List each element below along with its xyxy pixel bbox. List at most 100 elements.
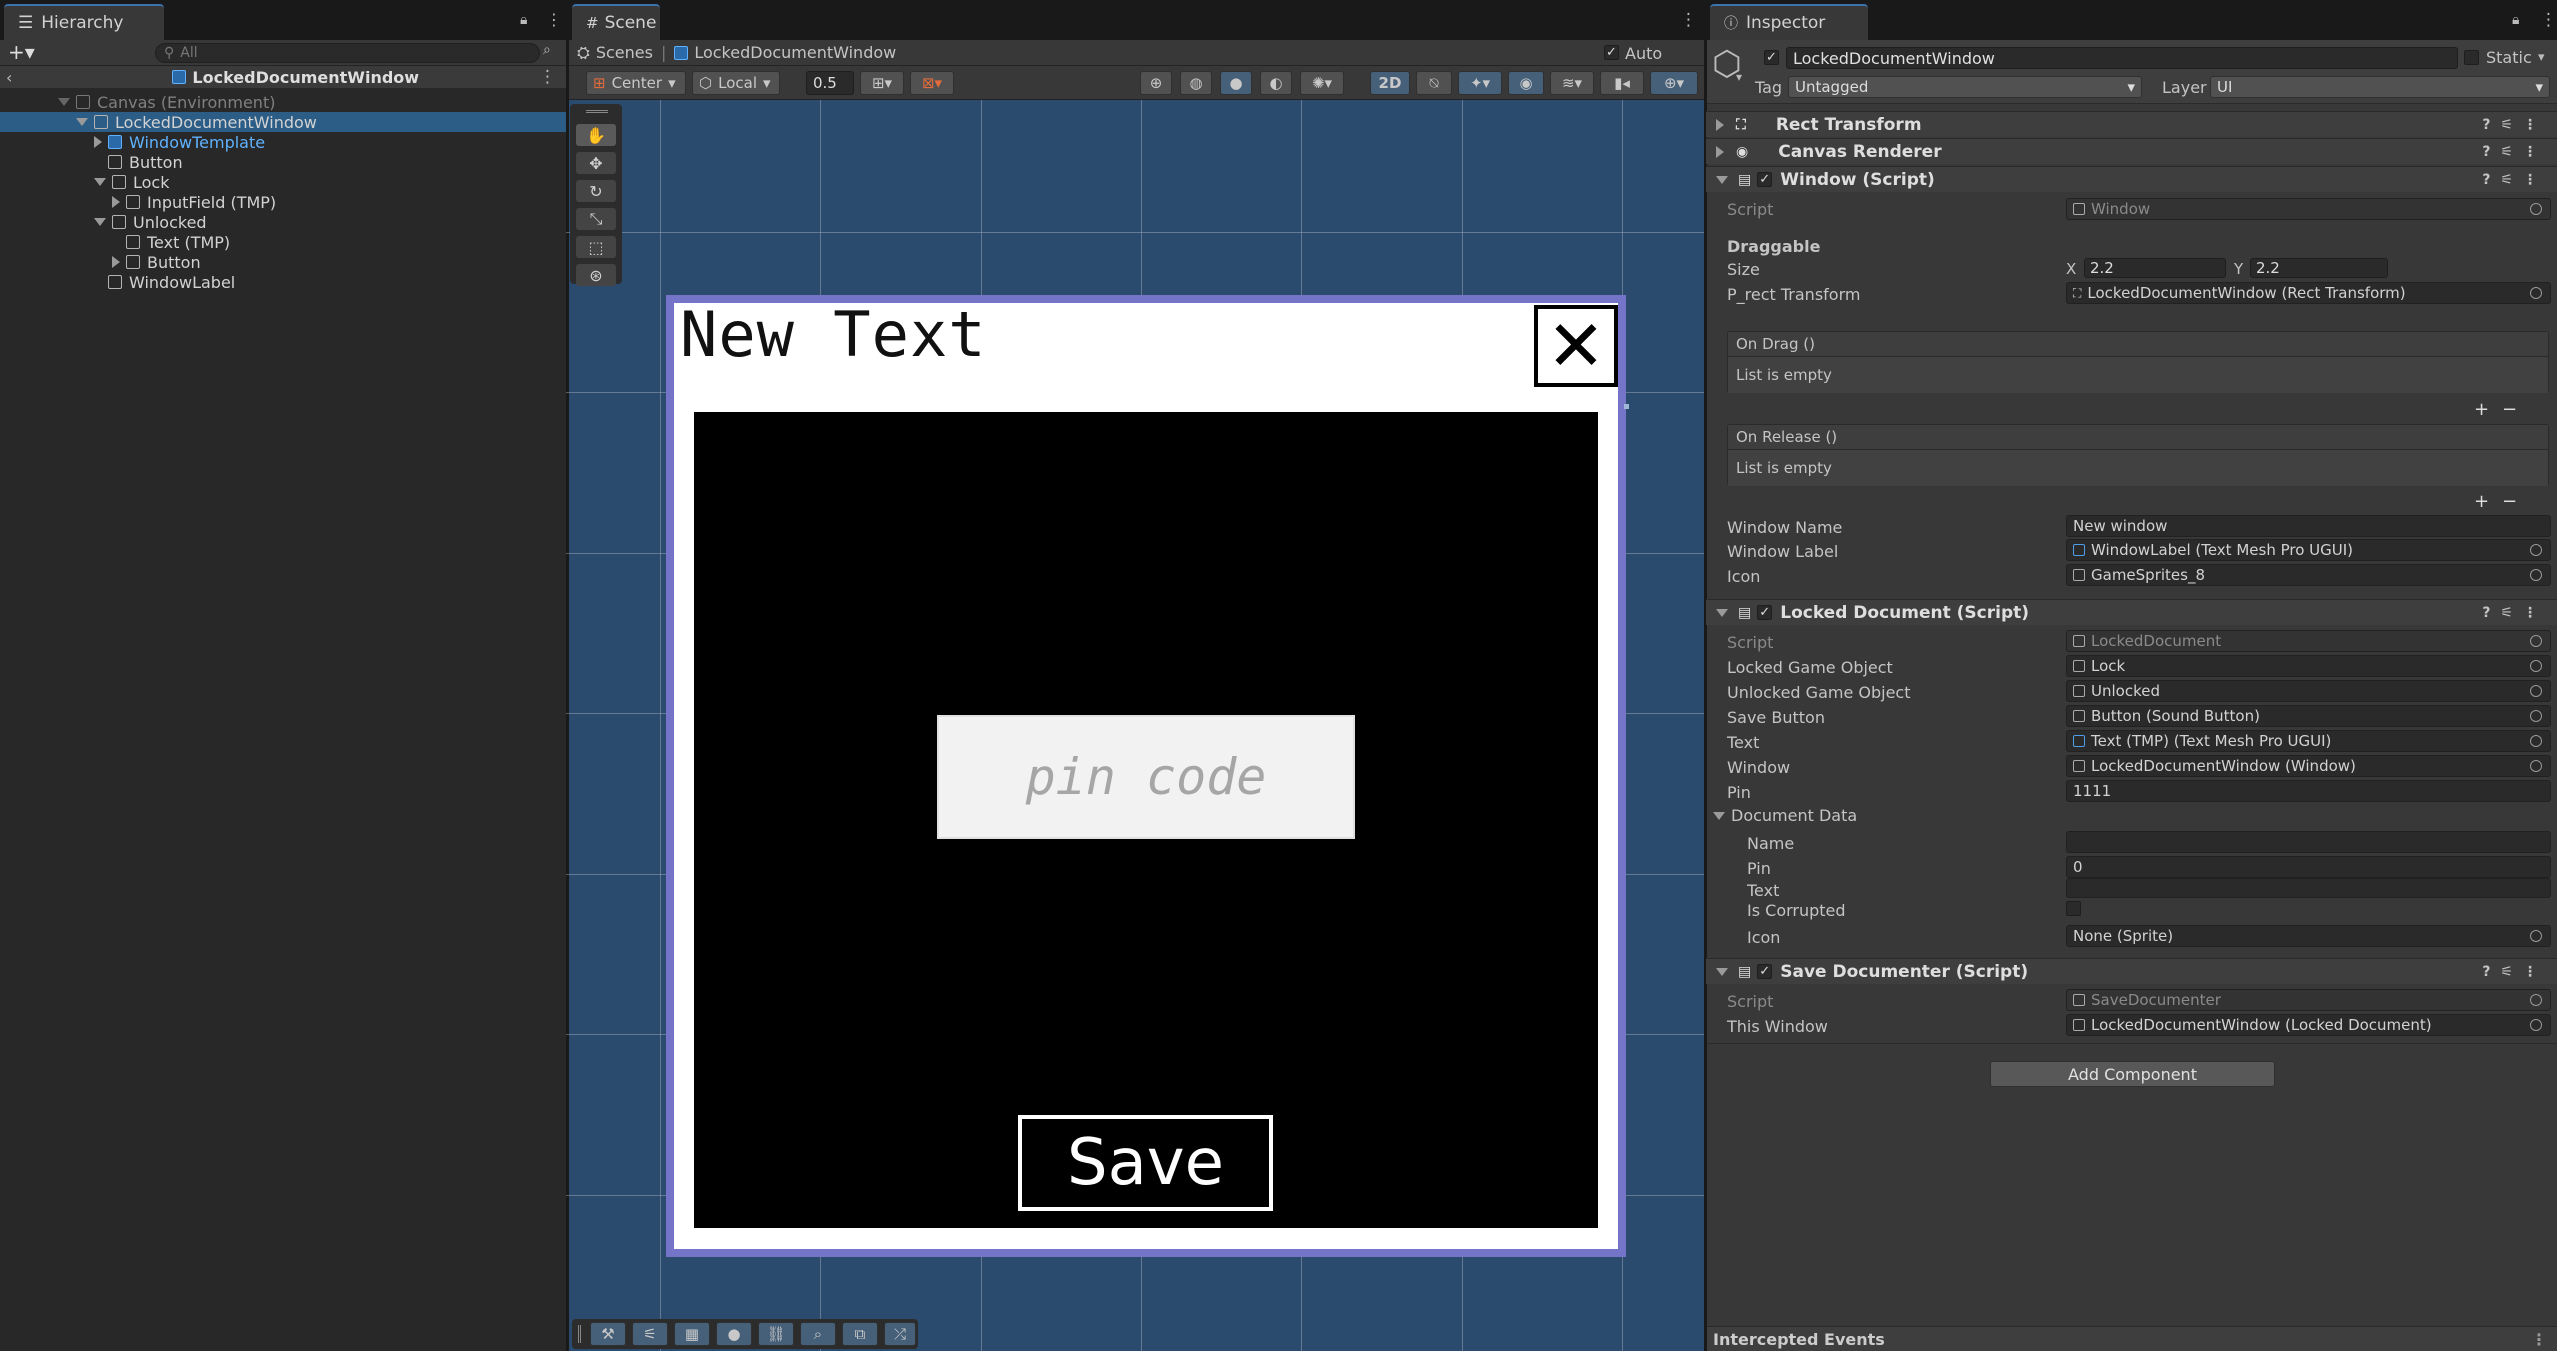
- object-picker-icon[interactable]: [2530, 760, 2542, 772]
- object-picker-icon[interactable]: [2530, 569, 2542, 581]
- pin-code-input[interactable]: pin code: [937, 715, 1355, 839]
- doc-name-field[interactable]: [2066, 831, 2551, 853]
- doc-pin-field[interactable]: 0: [2066, 856, 2551, 878]
- component-header-rect-transform[interactable]: ⛶ Rect Transform ?⚟⋮: [1706, 111, 2557, 137]
- shading-solid-button[interactable]: ●: [1220, 71, 1252, 95]
- scale-tool-icon[interactable]: ⤡: [576, 208, 616, 230]
- unlocked-gameobject-field[interactable]: Unlocked: [2066, 680, 2551, 702]
- chevron-down-icon[interactable]: ▾: [2538, 50, 2545, 65]
- object-picker-icon[interactable]: [2530, 544, 2542, 556]
- enabled-checkbox[interactable]: ✓: [1757, 605, 1773, 620]
- zoom-icon[interactable]: ⌕: [800, 1322, 836, 1346]
- kebab-menu-icon[interactable]: ⋮: [1680, 10, 1697, 30]
- gizmos-button[interactable]: ⊕▾: [1650, 71, 1698, 95]
- collapse-icon[interactable]: [1716, 608, 1728, 617]
- kebab-menu-icon[interactable]: ⋮: [546, 10, 562, 29]
- hierarchy-search-input[interactable]: ⚲ All: [155, 43, 540, 63]
- chevron-down-icon[interactable]: ▾: [1736, 70, 1742, 84]
- static-checkbox[interactable]: [2464, 50, 2479, 65]
- visibility-button[interactable]: ◉: [1508, 71, 1544, 95]
- object-picker-icon[interactable]: [2530, 685, 2542, 697]
- camera-button[interactable]: ▮◂: [1600, 71, 1644, 95]
- space-dropdown[interactable]: ⬡ Local ▾: [692, 71, 780, 95]
- icon-field[interactable]: GameSprites_8: [2066, 564, 2551, 586]
- remove-listener-button[interactable]: −: [2502, 399, 2517, 420]
- object-picker-icon[interactable]: [2530, 994, 2542, 1006]
- save-button-field[interactable]: Button (Sound Button): [2066, 705, 2551, 727]
- lock-icon[interactable]: 🔒︎: [520, 12, 527, 28]
- object-picker-icon[interactable]: [2530, 735, 2542, 747]
- save-button[interactable]: Save: [1018, 1115, 1273, 1211]
- tree-item-canvas[interactable]: Canvas (Environment): [0, 92, 621, 112]
- collapse-icon[interactable]: [1713, 811, 1725, 820]
- window-field[interactable]: LockedDocumentWindow (Window): [2066, 755, 2551, 777]
- expand-icon[interactable]: [76, 118, 88, 126]
- component-header-window-script[interactable]: ▤ ✓ Window (Script) ?⚟⋮: [1706, 166, 2557, 192]
- window-close-button[interactable]: ✕: [1534, 305, 1618, 387]
- locked-gameobject-field[interactable]: Lock: [2066, 655, 2551, 677]
- expand-icon[interactable]: [94, 178, 106, 186]
- window-name-field[interactable]: New window: [2066, 515, 2551, 537]
- camera-preview-icon[interactable]: ⧉: [842, 1322, 878, 1346]
- add-listener-button[interactable]: +: [2474, 491, 2489, 512]
- component-header-canvas-renderer[interactable]: ◉ Canvas Renderer ?⚟⋮: [1706, 138, 2557, 164]
- doc-icon-field[interactable]: None (Sprite): [2066, 925, 2551, 947]
- search-scene-icon[interactable]: ⌕: [543, 42, 551, 58]
- enabled-checkbox[interactable]: ✓: [1757, 964, 1773, 979]
- tool-settings-icon[interactable]: ⚟: [632, 1322, 668, 1346]
- object-picker-icon[interactable]: [2530, 203, 2542, 215]
- collapse-icon[interactable]: [1716, 175, 1728, 184]
- add-listener-button[interactable]: +: [2474, 399, 2489, 420]
- intercepted-events-bar[interactable]: Intercepted Events ⋮: [1707, 1326, 2557, 1351]
- expand-icon[interactable]: [94, 136, 102, 148]
- enabled-checkbox[interactable]: ✓: [1757, 172, 1773, 187]
- shuffle-icon[interactable]: ⤮: [884, 1322, 916, 1346]
- pin-field[interactable]: 1111: [2066, 780, 2551, 802]
- object-name-field[interactable]: LockedDocumentWindow: [1786, 47, 2458, 69]
- debug-mode-button[interactable]: ✺▾: [1300, 71, 1344, 95]
- doc-text-field[interactable]: [2066, 878, 2551, 898]
- hand-tool-icon[interactable]: ✋: [576, 124, 616, 146]
- lighting-button[interactable]: ⍉: [1416, 71, 1452, 95]
- navigation-icon[interactable]: ⛓: [758, 1322, 794, 1346]
- move-tool-icon[interactable]: ✥: [576, 152, 616, 174]
- tools-icon[interactable]: ⚒: [590, 1322, 626, 1346]
- script-field[interactable]: SaveDocumenter: [2066, 989, 2551, 1011]
- active-checkbox[interactable]: ✓: [1764, 50, 1779, 65]
- breadcrumb-prefab[interactable]: LockedDocumentWindow: [694, 43, 896, 62]
- expand-icon[interactable]: [1716, 118, 1724, 131]
- rotate-tool-icon[interactable]: ↻: [576, 180, 616, 202]
- object-picker-icon[interactable]: [2530, 660, 2542, 672]
- rect-handle[interactable]: [1624, 404, 1629, 409]
- component-menu-icons[interactable]: ?⚟⋮: [2482, 964, 2547, 980]
- expand-icon[interactable]: [112, 256, 120, 268]
- size-x-field[interactable]: 2.2: [2084, 258, 2226, 278]
- rect-tool-icon[interactable]: ⬚: [576, 236, 616, 258]
- tree-item-lock[interactable]: Lock: [0, 172, 657, 192]
- tag-dropdown[interactable]: Untagged ▾: [1788, 76, 2142, 98]
- add-icon[interactable]: +▾: [8, 40, 35, 64]
- object-picker-icon[interactable]: [2530, 635, 2542, 647]
- resize-handle-icon[interactable]: ⋮: [2531, 1330, 2547, 1349]
- lock-icon[interactable]: 🔒︎: [2512, 12, 2519, 28]
- expand-icon[interactable]: [1716, 145, 1724, 158]
- tab-scene[interactable]: # Scene: [572, 4, 660, 40]
- object-picker-icon[interactable]: [2530, 930, 2542, 942]
- component-header-save-documenter[interactable]: ▤ ✓ Save Documenter (Script) ?⚟⋮: [1706, 958, 2557, 984]
- pivot-dropdown[interactable]: ⊞ Center ▾: [586, 71, 686, 95]
- auto-save-checkbox[interactable]: ✓: [1604, 45, 1619, 60]
- script-field[interactable]: Window: [2066, 198, 2551, 220]
- object-picker-icon[interactable]: [2530, 710, 2542, 722]
- breadcrumb-scenes[interactable]: Scenes: [596, 43, 653, 62]
- palette-handle[interactable]: [586, 110, 608, 113]
- size-y-field[interactable]: 2.2: [2250, 258, 2388, 278]
- component-menu-icons[interactable]: ?⚟⋮: [2482, 117, 2547, 133]
- window-label-field[interactable]: WindowLabel (Text Mesh Pro UGUI): [2066, 539, 2551, 561]
- snap-value-field[interactable]: 0.5: [806, 71, 854, 95]
- object-picker-icon[interactable]: [2530, 1019, 2542, 1031]
- global-view-button[interactable]: ⊕: [1140, 71, 1172, 95]
- script-field[interactable]: LockedDocument: [2066, 630, 2551, 652]
- tree-item-unlocked[interactable]: Unlocked: [0, 212, 657, 232]
- component-menu-icons[interactable]: ?⚟⋮: [2482, 144, 2547, 160]
- layers-button[interactable]: ≋▾: [1550, 71, 1594, 95]
